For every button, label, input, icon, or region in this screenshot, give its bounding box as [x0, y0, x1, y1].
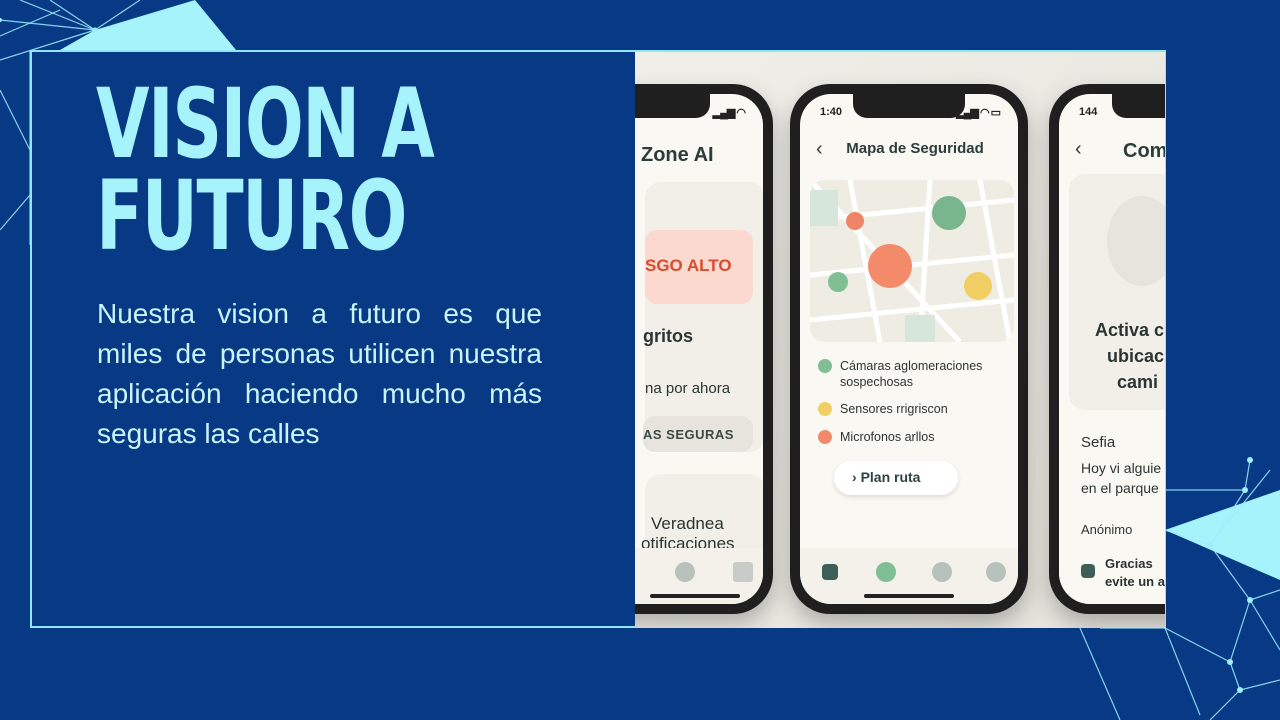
screen-title: Com	[1123, 140, 1165, 162]
title-line-1: VISION A	[96, 68, 435, 180]
status-bar: 144	[1079, 106, 1165, 118]
menu-tab-icon[interactable]	[733, 562, 753, 582]
triangle-shape	[60, 0, 236, 50]
menu-tab-icon[interactable]	[986, 562, 1006, 582]
safety-map[interactable]	[810, 180, 1014, 342]
alert-tab-icon[interactable]	[675, 562, 695, 582]
slide-title: VISION A FUTURO	[96, 68, 456, 272]
app-header: Zone AI	[641, 144, 714, 166]
screen-title: Mapa de Seguridad	[846, 140, 984, 157]
activate-line-3: cami	[1117, 372, 1159, 392]
sensor-marker[interactable]	[964, 272, 992, 300]
home-indicator	[650, 594, 740, 598]
alert-tab-icon[interactable]	[932, 562, 952, 582]
camera-marker[interactable]	[932, 196, 966, 230]
plan-route-label: Plan ruta	[860, 469, 921, 485]
phone-middle: 1:40 ▂▄▆ ◠ ▭ ‹ Mapa de Seguridad Cámaras…	[790, 84, 1028, 614]
alert-card	[645, 182, 763, 452]
risk-banner: SGO ALTO	[645, 230, 753, 304]
status-bar: 1:40 ▂▄▆ ◠ ▭	[820, 106, 1001, 119]
tab-bar: Gracias evite un a	[1059, 548, 1165, 604]
post-author: Sefia	[1081, 434, 1116, 451]
plan-route-button[interactable]: › Plan ruta	[834, 461, 958, 495]
phone-left: ▂▄▆ ◠ Zone AI SGO ALTO gritos na por aho…	[635, 84, 773, 614]
legend-item-cameras: Cámaras aglomeraciones sospechosas	[818, 358, 990, 390]
alert-section-title: gritos	[643, 326, 694, 346]
home-indicator	[864, 594, 954, 598]
phone-left-screen: ▂▄▆ ◠ Zone AI SGO ALTO gritos na por aho…	[635, 94, 763, 604]
notification-title: Veradnea	[651, 514, 724, 533]
microphone-icon	[818, 430, 832, 444]
phone-right-screen: 144 ‹ Com Activa c ubicac cami Sefia Hoy…	[1059, 94, 1165, 604]
phone-middle-screen: 1:40 ▂▄▆ ◠ ▭ ‹ Mapa de Seguridad Cámaras…	[800, 94, 1018, 604]
app-mockup-photo: ▂▄▆ ◠ Zone AI SGO ALTO gritos na por aho…	[635, 52, 1165, 628]
home-tab-icon[interactable]	[822, 564, 838, 580]
title-line-2: FUTURO	[96, 160, 407, 272]
post-author: Anónimo	[1081, 522, 1133, 537]
slide-description: Nuestra vision a futuro es que miles de …	[97, 298, 542, 449]
back-arrow-icon[interactable]: ‹	[1075, 138, 1082, 161]
home-tab-icon[interactable]	[1081, 564, 1095, 578]
high-risk-marker[interactable]	[868, 244, 912, 288]
camera-marker[interactable]	[828, 272, 848, 292]
microphone-marker[interactable]	[846, 212, 864, 230]
alert-subtext: na por ahora	[645, 380, 731, 397]
sensor-icon	[818, 402, 832, 416]
status-bar: ▂▄▆ ◠	[635, 106, 746, 119]
signal-icon: ▂▄▆ ◠	[712, 107, 746, 119]
clock: 144	[1079, 106, 1098, 118]
post-text: evite un a	[1105, 574, 1165, 589]
legend-label: Cámaras aglomeraciones sospechosas	[840, 359, 983, 389]
camera-icon	[818, 359, 832, 373]
activate-line-1: Activa c	[1095, 320, 1165, 340]
post-text: en el parque	[1081, 480, 1159, 496]
post-text: Gracias	[1105, 556, 1153, 571]
phone-right: 144 ‹ Com Activa c ubicac cami Sefia Hoy…	[1049, 84, 1165, 614]
signal-icon: ▂▄▆ ◠ ▭	[956, 107, 1001, 119]
safe-routes-button[interactable]: AS SEGURAS	[643, 416, 753, 452]
legend-label: Microfonos arllos	[840, 430, 935, 444]
clock: 1:40	[820, 106, 843, 118]
activate-line-2: ubicac	[1107, 346, 1165, 366]
map-streets	[810, 180, 1014, 342]
legend-item-microphones: Microfonos arllos	[818, 429, 934, 445]
post-text: Hoy vi alguie	[1081, 460, 1162, 476]
legend-item-sensors: Sensores rrigriscon	[818, 401, 948, 417]
legend-label: Sensores rrigriscon	[840, 402, 948, 416]
chevron-right-icon: ›	[852, 469, 857, 485]
triangle-shape	[1165, 490, 1280, 580]
location-tab-icon[interactable]	[876, 562, 896, 582]
